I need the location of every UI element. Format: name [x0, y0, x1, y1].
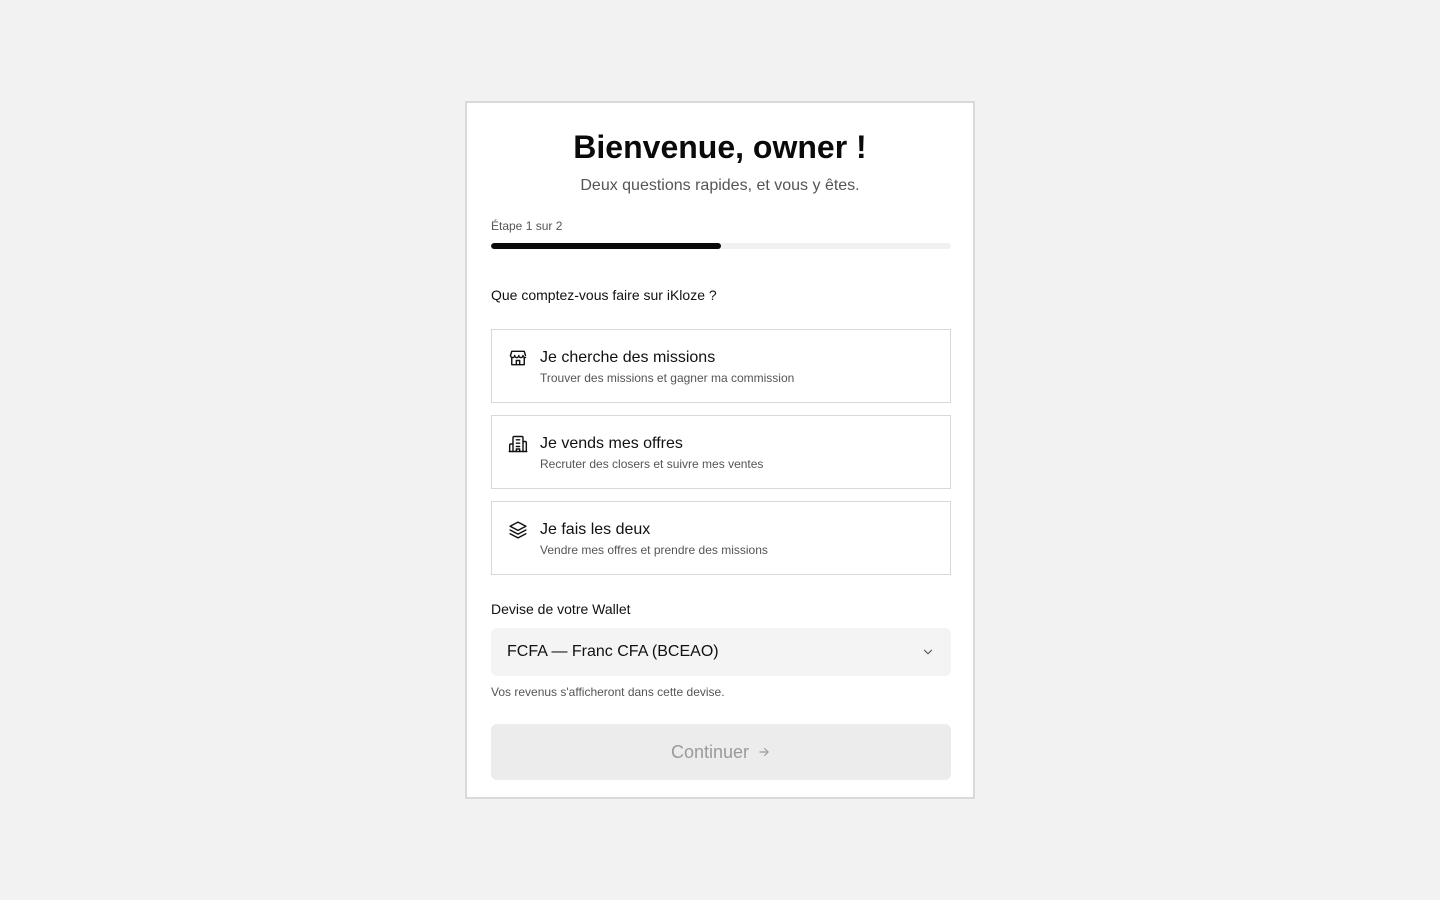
option-description: Vendre mes offres et prendre des mission… — [540, 543, 768, 557]
question-label: Que comptez-vous faire sur iKloze ? — [491, 287, 717, 303]
page-title: Bienvenue, owner ! — [573, 129, 867, 165]
store-icon — [508, 348, 528, 368]
wallet-currency-label: Devise de votre Wallet — [491, 601, 631, 617]
chevron-down-icon — [921, 645, 935, 659]
arrow-right-icon — [757, 745, 771, 759]
page-subtitle: Deux questions rapides, et vous y êtes. — [580, 177, 860, 194]
option-title: Je fais les deux — [540, 521, 651, 538]
wallet-currency-hint: Vos revenus s'afficheront dans cette dev… — [491, 685, 725, 699]
option-description: Recruter des closers et suivre mes vente… — [540, 457, 764, 471]
layers-icon — [508, 520, 528, 540]
option-title: Je vends mes offres — [540, 435, 683, 452]
wallet-currency-select[interactable]: FCFA — Franc CFA (BCEAO) — [491, 628, 951, 676]
option-both[interactable]: Je fais les deux Vendre mes offres et pr… — [491, 501, 951, 575]
continue-button-label: Continuer — [670, 741, 750, 762]
progress-bar — [491, 243, 951, 249]
option-offers[interactable]: Je vends mes offres Recruter des closers… — [491, 415, 951, 489]
option-title: Je cherche des missions — [540, 349, 716, 366]
wallet-currency-value: FCFA — Franc CFA (BCEAO) — [507, 643, 719, 660]
step-label: Étape 1 sur 2 — [491, 219, 563, 233]
option-missions[interactable]: Je cherche des missions Trouver des miss… — [491, 329, 951, 403]
building-icon — [508, 434, 528, 454]
option-description: Trouver des missions et gagner ma commis… — [540, 371, 795, 385]
continue-button[interactable]: Continuer — [491, 724, 951, 780]
options-list: Je cherche des missions Trouver des miss… — [491, 329, 951, 575]
progress-bar-fill — [491, 243, 721, 249]
onboarding-card: Bienvenue, owner ! Deux questions rapide… — [465, 101, 975, 799]
